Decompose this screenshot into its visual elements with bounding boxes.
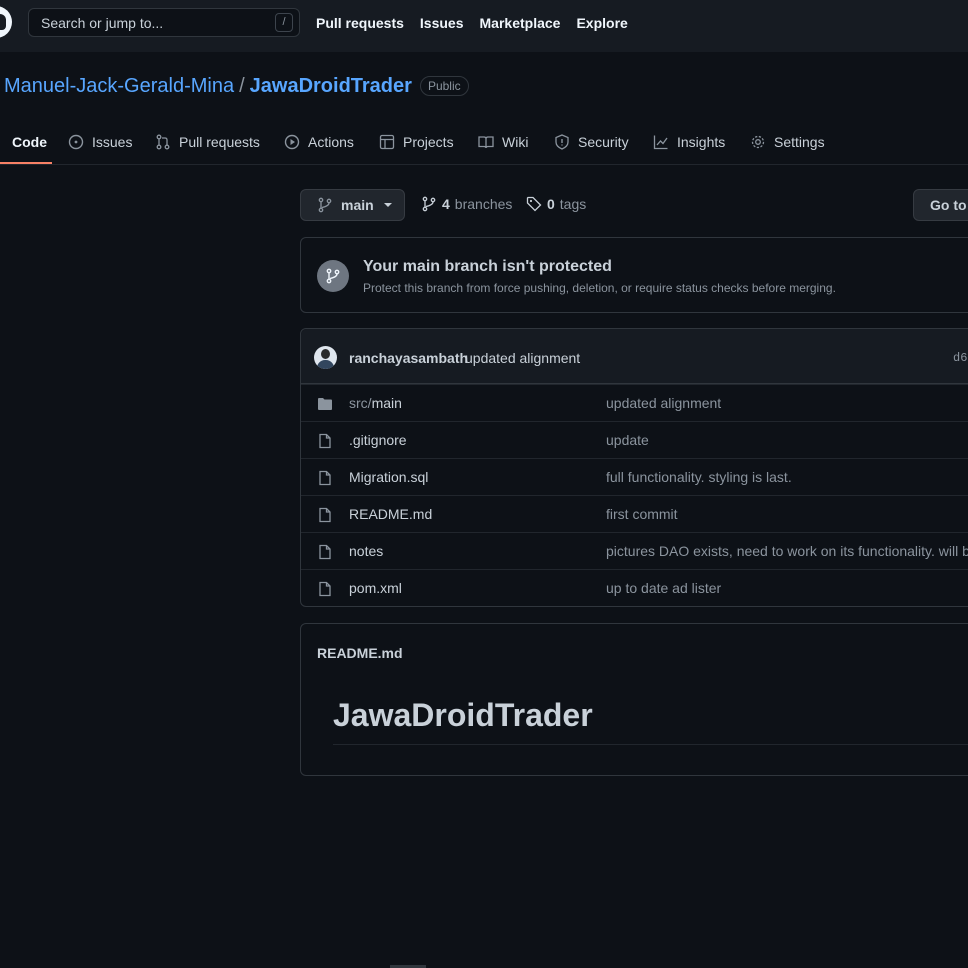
tab-issues-label: Issues bbox=[92, 134, 133, 150]
avatar[interactable] bbox=[314, 346, 337, 369]
file-commit-message[interactable]: updated alignment bbox=[606, 395, 721, 411]
git-branch-icon bbox=[317, 260, 349, 292]
tab-actions-label: Actions bbox=[308, 134, 354, 150]
git-branch-icon bbox=[318, 197, 332, 213]
file-name: main bbox=[371, 395, 402, 411]
tab-settings[interactable]: Settings bbox=[750, 120, 825, 164]
file-icon bbox=[319, 544, 331, 560]
file-name-link[interactable]: .gitignore bbox=[349, 432, 407, 448]
issue-icon bbox=[68, 134, 84, 150]
tab-issues[interactable]: Issues bbox=[68, 120, 132, 164]
tab-pull-requests[interactable]: Pull requests bbox=[155, 120, 260, 164]
repo-separator: / bbox=[239, 74, 245, 97]
branches-count: 4 bbox=[442, 196, 450, 212]
file-icon bbox=[319, 470, 331, 486]
folder-icon bbox=[318, 398, 332, 410]
active-tab-underline bbox=[0, 162, 52, 164]
tab-security[interactable]: Security bbox=[554, 120, 629, 164]
nav-marketplace[interactable]: Marketplace bbox=[480, 15, 561, 31]
file-icon bbox=[319, 581, 331, 597]
file-list: ranchayasambath updated alignment d6 src… bbox=[300, 328, 968, 607]
tab-wiki[interactable]: Wiki bbox=[478, 120, 528, 164]
file-commit-message[interactable]: up to date ad lister bbox=[606, 580, 721, 596]
file-name-link[interactable]: src/main bbox=[349, 395, 402, 411]
nav-explore[interactable]: Explore bbox=[576, 15, 627, 31]
visibility-badge: Public bbox=[419, 76, 469, 96]
file-icon bbox=[319, 433, 331, 449]
repo-owner-link[interactable]: Manuel-Jack-Gerald-Mina bbox=[4, 75, 234, 98]
file-commit-message[interactable]: update bbox=[606, 432, 649, 448]
book-icon bbox=[478, 136, 494, 149]
latest-commit-bar: ranchayasambath updated alignment d6 bbox=[301, 329, 968, 384]
nav-issues[interactable]: Issues bbox=[420, 15, 464, 31]
tab-code[interactable]: Code bbox=[0, 120, 47, 164]
list-item[interactable]: .gitignore update bbox=[301, 421, 968, 458]
search-placeholder: Search or jump to... bbox=[41, 14, 164, 31]
file-commit-message[interactable]: pictures DAO exists, need to work on its… bbox=[606, 543, 968, 559]
shield-icon bbox=[555, 134, 569, 150]
file-name-link[interactable]: notes bbox=[349, 543, 383, 559]
tags-count: 0 bbox=[547, 196, 555, 212]
readme-panel: README.md JawaDroidTrader bbox=[300, 623, 968, 776]
tab-insights[interactable]: Insights bbox=[653, 120, 725, 164]
tab-wiki-label: Wiki bbox=[502, 134, 529, 150]
table-icon bbox=[379, 134, 395, 150]
file-commit-message[interactable]: first commit bbox=[606, 506, 678, 522]
file-name-link[interactable]: pom.xml bbox=[349, 580, 402, 596]
tags-link[interactable]: 0 tags bbox=[526, 196, 586, 212]
tab-actions[interactable]: Actions bbox=[284, 120, 354, 164]
readme-filename[interactable]: README.md bbox=[317, 645, 403, 661]
global-nav: Pull requests Issues Marketplace Explore bbox=[316, 0, 628, 46]
branches-label: branches bbox=[454, 196, 513, 212]
commit-author-link[interactable]: ranchayasambath bbox=[349, 350, 468, 366]
github-logo-icon[interactable] bbox=[0, 6, 12, 38]
gear-icon bbox=[751, 135, 765, 149]
caret-down-icon bbox=[383, 203, 392, 207]
list-item[interactable]: Migration.sql full functionality. stylin… bbox=[301, 458, 968, 495]
git-branch-icon bbox=[422, 196, 436, 212]
tab-projects[interactable]: Projects bbox=[379, 120, 454, 164]
repo-tabs: Code Issues Pull requests Actions Projec… bbox=[0, 120, 968, 165]
repo-name-link[interactable]: JawaDroidTrader bbox=[250, 75, 412, 98]
file-commit-message[interactable]: full functionality. styling is last. bbox=[606, 469, 792, 485]
pull-request-icon bbox=[156, 134, 170, 150]
list-item[interactable]: notes pictures DAO exists, need to work … bbox=[301, 532, 968, 569]
global-header: Search or jump to... / Pull requests Iss… bbox=[0, 0, 968, 52]
branch-protection-banner: Your main branch isn't protected Protect… bbox=[300, 237, 968, 313]
tab-security-label: Security bbox=[578, 134, 629, 150]
play-icon bbox=[284, 134, 300, 150]
go-to-file-button[interactable]: Go to bbox=[913, 189, 968, 221]
graph-icon bbox=[653, 135, 668, 150]
protection-title: Your main branch isn't protected bbox=[363, 258, 612, 275]
tab-pull-requests-label: Pull requests bbox=[179, 134, 260, 150]
nav-pull-requests[interactable]: Pull requests bbox=[316, 15, 404, 31]
tab-insights-label: Insights bbox=[677, 134, 726, 150]
file-path-prefix: src/ bbox=[349, 395, 372, 411]
code-icon bbox=[0, 141, 1, 143]
tag-icon bbox=[526, 196, 542, 212]
search-shortcut-key: / bbox=[275, 13, 293, 32]
list-item[interactable]: pom.xml up to date ad lister bbox=[301, 569, 968, 606]
commit-sha-link[interactable]: d6 bbox=[953, 351, 967, 365]
branch-name: main bbox=[341, 197, 374, 213]
tab-settings-label: Settings bbox=[774, 134, 825, 150]
readme-heading: JawaDroidTrader bbox=[333, 697, 968, 745]
search-input[interactable]: Search or jump to... / bbox=[28, 8, 300, 37]
tab-code-label: Code bbox=[12, 134, 47, 150]
file-name-link[interactable]: Migration.sql bbox=[349, 469, 428, 485]
list-item[interactable]: src/main updated alignment bbox=[301, 384, 968, 421]
list-item[interactable]: README.md first commit bbox=[301, 495, 968, 532]
commit-message-link[interactable]: updated alignment bbox=[465, 350, 580, 366]
branch-selector-button[interactable]: main bbox=[300, 189, 405, 221]
protection-description: Protect this branch from force pushing, … bbox=[363, 281, 836, 295]
branches-link[interactable]: 4 branches bbox=[421, 196, 512, 212]
repo-breadcrumb: Manuel-Jack-Gerald-Mina / JawaDroidTrade… bbox=[4, 72, 469, 100]
file-icon bbox=[319, 507, 331, 523]
tags-label: tags bbox=[559, 196, 587, 212]
tab-projects-label: Projects bbox=[403, 134, 454, 150]
file-name-link[interactable]: README.md bbox=[349, 506, 432, 522]
